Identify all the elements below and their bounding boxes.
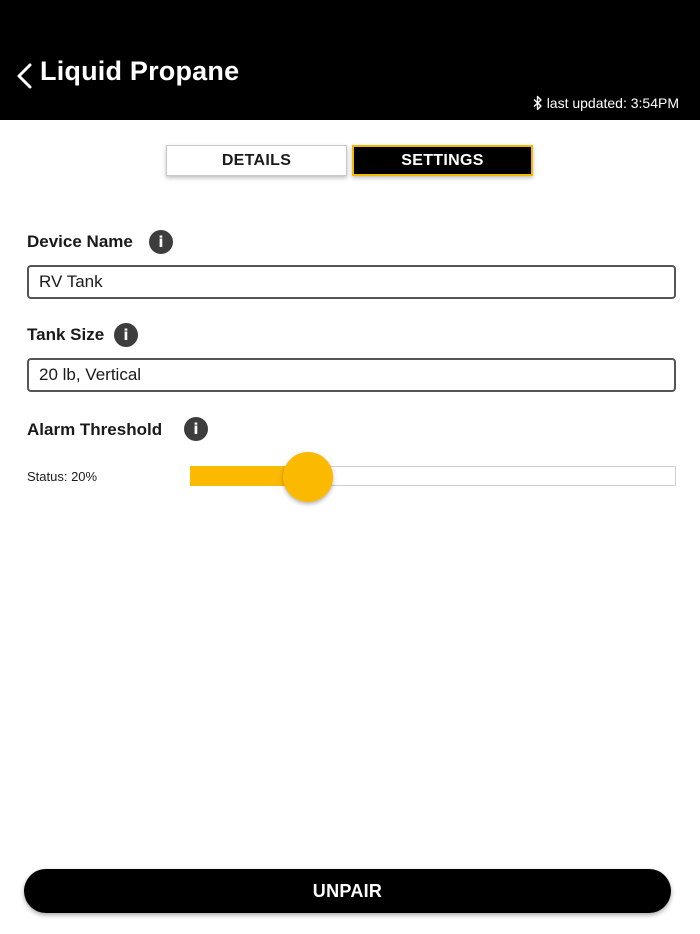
- tank-size-info-icon[interactable]: i: [114, 323, 138, 347]
- app-header: Liquid Propane last updated: 3:54PM: [0, 0, 700, 120]
- last-updated-status: last updated: 3:54PM: [533, 95, 679, 111]
- tank-size-field[interactable]: [27, 358, 676, 392]
- alarm-threshold-label: Alarm Threshold: [27, 420, 163, 439]
- tank-size-label: Tank Size: [27, 325, 105, 344]
- alarm-status-text: Status: 20%: [27, 469, 98, 484]
- alarm-threshold-info-icon[interactable]: i: [184, 417, 208, 441]
- page-title: Liquid Propane: [40, 56, 240, 86]
- tab-bar: DETAILS SETTINGS: [166, 145, 533, 176]
- bluetooth-icon: [533, 95, 542, 111]
- tab-details[interactable]: DETAILS: [166, 145, 347, 176]
- alarm-threshold-slider-thumb[interactable]: [283, 452, 334, 502]
- device-name-label: Device Name: [27, 232, 133, 251]
- chevron-left-icon[interactable]: [14, 62, 36, 90]
- device-name-info-icon[interactable]: i: [149, 230, 173, 254]
- unpair-button[interactable]: UNPAIR: [24, 869, 671, 913]
- device-name-input[interactable]: [27, 265, 676, 299]
- tab-settings[interactable]: SETTINGS: [352, 145, 533, 176]
- last-updated-text: last updated: 3:54PM: [546, 95, 679, 111]
